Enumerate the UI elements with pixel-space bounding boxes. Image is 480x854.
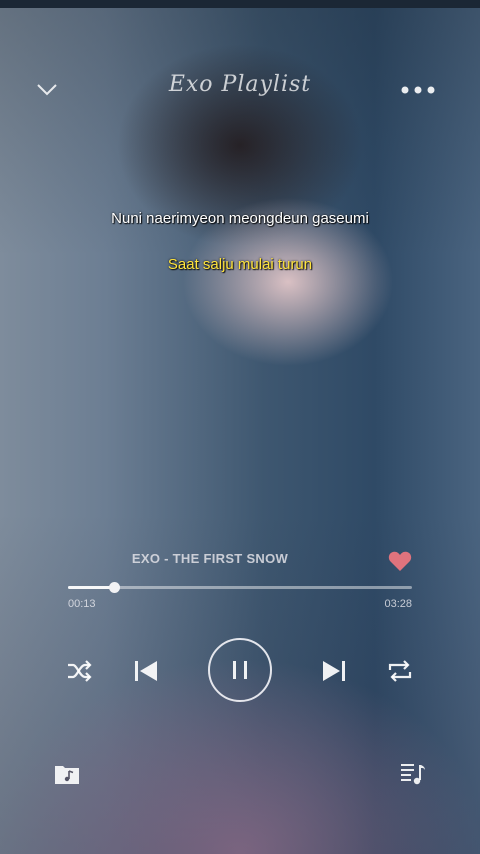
library-button[interactable]	[50, 758, 84, 790]
lyric-translation: Saat salju mulai turun	[167, 256, 313, 273]
more-options-button[interactable]	[396, 78, 440, 102]
skip-previous-icon	[135, 661, 157, 681]
playlist-icon	[401, 764, 425, 785]
favorite-button[interactable]	[386, 548, 414, 574]
chevron-down-icon	[37, 84, 57, 96]
track-title: EXO - THE FIRST SNOW	[131, 551, 289, 566]
next-button[interactable]	[316, 654, 352, 688]
collapse-button[interactable]	[30, 76, 64, 104]
skip-next-icon	[323, 661, 345, 681]
pause-icon	[233, 661, 247, 679]
shuffle-icon	[68, 660, 92, 682]
queue-button[interactable]	[396, 758, 430, 790]
app-title: Exo Playlist	[168, 72, 312, 97]
repeat-button[interactable]	[382, 654, 418, 688]
shuffle-button[interactable]	[62, 654, 98, 688]
music-folder-icon	[55, 766, 79, 784]
previous-button[interactable]	[128, 654, 164, 688]
repeat-icon	[388, 660, 412, 682]
video-background	[0, 0, 480, 854]
elapsed-time: 00:13	[68, 598, 96, 610]
play-pause-button[interactable]	[208, 638, 272, 702]
status-strip	[0, 0, 480, 8]
more-dots-icon	[401, 86, 435, 94]
seek-bar[interactable]	[68, 582, 412, 593]
heart-icon	[388, 551, 412, 571]
lyric-line: Nuni naerimyeon meongdeun gaseumi	[111, 210, 369, 227]
seek-bar-fill	[68, 586, 115, 589]
total-time: 03:28	[384, 598, 412, 610]
